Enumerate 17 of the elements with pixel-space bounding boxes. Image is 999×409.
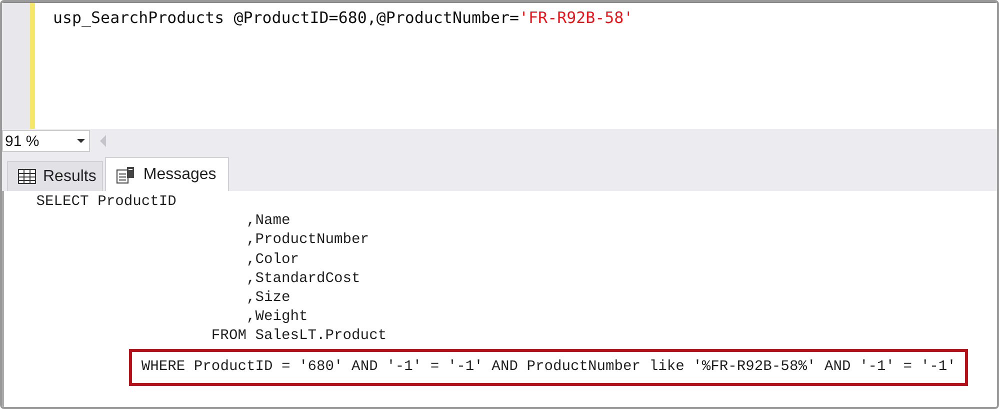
message-line: ,ProductNumber bbox=[245, 232, 370, 248]
message-line: SELECT ProductID bbox=[35, 194, 176, 210]
zoom-dropdown[interactable]: 91 % bbox=[2, 130, 90, 152]
tab[interactable]: Results bbox=[7, 161, 104, 191]
message-line: FROM SalesLT.Product bbox=[210, 328, 387, 344]
scroll-left-icon[interactable] bbox=[100, 135, 106, 147]
message-line: ,StandardCost bbox=[245, 270, 360, 287]
message-line: ,Color bbox=[245, 252, 300, 268]
grid-icon bbox=[18, 169, 36, 184]
message-line: ,Weight bbox=[245, 309, 308, 326]
query-editor[interactable]: usp_SearchProducts @ProductID=680,@ProductNumber='FR-R92B-58' bbox=[2, 2, 997, 129]
caret-icon bbox=[77, 139, 85, 143]
message-line: ,Size bbox=[245, 290, 290, 306]
messages-icon bbox=[116, 166, 136, 184]
tab[interactable]: Messages bbox=[105, 157, 230, 191]
message-line: ,Name bbox=[245, 213, 290, 230]
code-line: usp_SearchProducts @ProductID=680,@ProductNumber='FR-R92B-58' bbox=[53, 7, 634, 29]
